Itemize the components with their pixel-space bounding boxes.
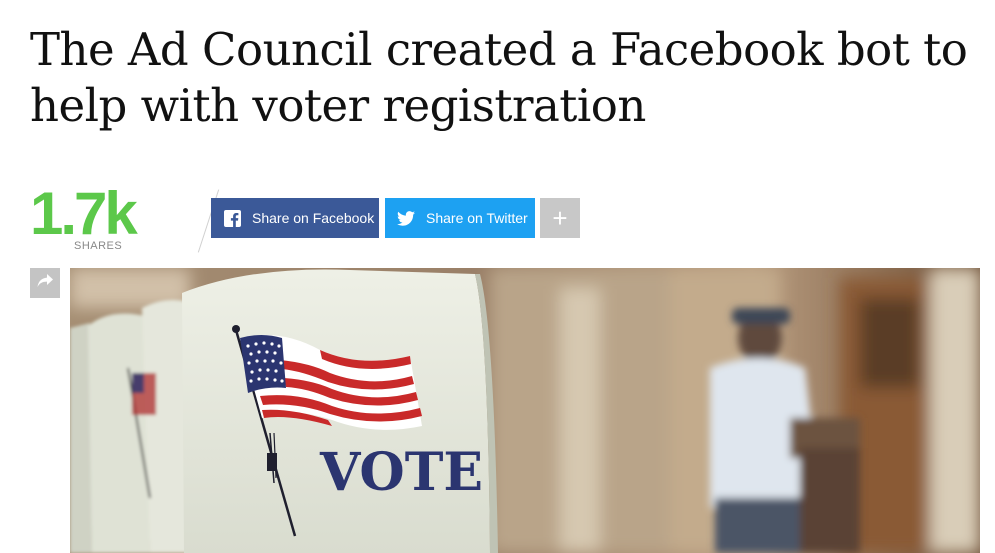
side-share-button[interactable] — [30, 268, 60, 298]
share-bar: 1.7k SHARES Share on Facebook Share on T… — [30, 182, 630, 262]
article-headline: The Ad Council created a Facebook bot to… — [30, 23, 968, 132]
share-twitter-label: Share on Twitter — [426, 210, 528, 226]
share-count-label: SHARES — [74, 240, 123, 252]
twitter-icon — [397, 209, 415, 227]
more-share-button[interactable]: + — [540, 198, 580, 238]
share-arrow-icon — [36, 273, 54, 294]
facebook-icon — [223, 209, 241, 227]
share-facebook-button[interactable]: Share on Facebook — [211, 198, 379, 238]
share-count: 1.7k — [30, 180, 138, 247]
share-twitter-button[interactable]: Share on Twitter — [385, 198, 535, 238]
share-facebook-label: Share on Facebook — [252, 210, 375, 226]
booth-vote-text: VOTE — [319, 442, 483, 503]
hero-image: VOTE — [70, 268, 980, 553]
